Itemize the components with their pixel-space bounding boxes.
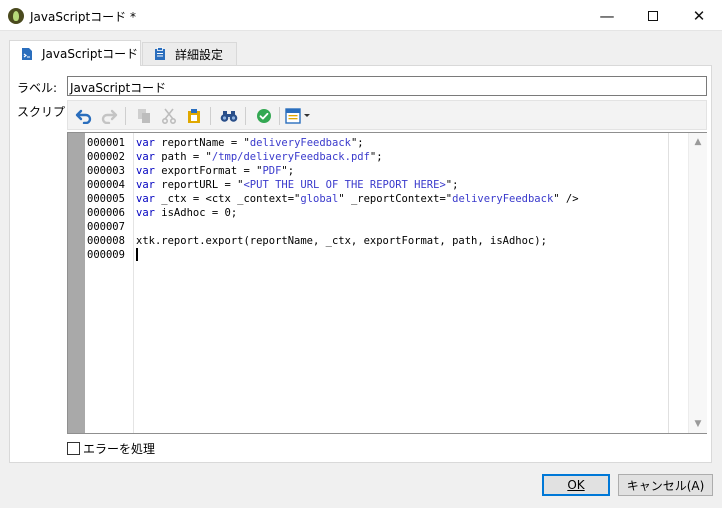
code-line [136, 248, 668, 262]
line-number: 000008 [87, 235, 125, 247]
editor-toolbar [67, 100, 707, 130]
clipboard-icon [155, 47, 165, 60]
code-line: var reportURL = "<PUT THE URL OF THE REP… [136, 179, 459, 191]
code-line: var reportName = "deliveryFeedback"; [136, 137, 364, 149]
window-title: JavaScriptコード * [30, 10, 136, 24]
line-number: 000005 [87, 193, 125, 205]
code-line: var isAdhoc = 0; [136, 207, 238, 219]
code-line: xtk.report.export(reportName, _ctx, expo… [136, 235, 547, 247]
line-number: 000007 [87, 221, 125, 233]
toolbar-separator [279, 107, 280, 125]
code-line: var path = "/tmp/deliveryFeedback.pdf"; [136, 151, 383, 163]
template-menu-button[interactable] [284, 105, 314, 127]
minimize-icon: — [599, 6, 615, 25]
close-button[interactable]: ✕ [676, 0, 722, 31]
cut-button[interactable] [158, 105, 180, 127]
handle-errors-option[interactable]: エラーを処理 [67, 440, 155, 457]
redo-icon [101, 109, 118, 124]
cancel-button-label: キャンセル(A) [626, 478, 705, 493]
toolbar-separator [245, 107, 246, 125]
template-menu-icon [285, 108, 310, 124]
text-cursor [136, 248, 138, 261]
tab-advanced-settings[interactable]: 詳細設定 [142, 42, 237, 65]
copy-button[interactable] [133, 105, 155, 127]
toolbar-separator [125, 107, 126, 125]
redo-button[interactable] [98, 105, 120, 127]
line-number: 000006 [87, 207, 125, 219]
scroll-up-icon[interactable]: ▲ [693, 137, 703, 147]
line-number: 000009 [87, 249, 125, 261]
minimize-button[interactable]: — [584, 0, 630, 31]
scroll-down-icon[interactable]: ▼ [693, 419, 703, 429]
paste-icon [188, 109, 200, 123]
vertical-scrollbar[interactable]: ▲ ▼ [688, 133, 707, 433]
code-editor[interactable]: 000001 000002 000003 000004 000005 00000… [67, 132, 707, 434]
paste-button[interactable] [183, 105, 205, 127]
find-button[interactable] [218, 105, 240, 127]
maximize-icon [648, 10, 658, 21]
ok-button-label: OK [567, 478, 585, 492]
handle-errors-label: エラーを処理 [83, 442, 156, 456]
check-icon [257, 109, 271, 123]
app-logo-icon [8, 8, 24, 24]
tab-label: JavaScriptコード [42, 47, 139, 61]
line-numbers: 000001 000002 000003 000004 000005 00000… [85, 133, 134, 433]
code-text-area[interactable]: var reportName = "deliveryFeedback"; var… [136, 133, 668, 433]
editor-margin-line [668, 133, 669, 433]
handle-errors-checkbox[interactable] [67, 442, 80, 455]
copy-icon [138, 109, 150, 123]
check-syntax-button[interactable] [253, 105, 275, 127]
maximize-button[interactable] [630, 0, 676, 31]
line-number: 000001 [87, 137, 125, 149]
undo-button[interactable] [73, 105, 95, 127]
tab-javascript-code[interactable]: JavaScriptコード [9, 40, 141, 66]
label-input[interactable]: JavaScriptコード [67, 76, 707, 96]
undo-icon [75, 109, 92, 124]
title-bar: JavaScriptコード * — ✕ [0, 0, 722, 31]
line-number: 000004 [87, 179, 125, 191]
script-file-icon [22, 47, 32, 60]
code-line: var exportFormat = "PDF"; [136, 165, 295, 177]
ok-button[interactable]: OK [542, 474, 610, 496]
cut-icon [162, 108, 176, 124]
tab-label: 詳細設定 [175, 47, 224, 62]
label-caption: ラベル: [17, 81, 58, 95]
editor-gutter [68, 133, 85, 433]
binoculars-icon [220, 111, 238, 122]
code-line: var _ctx = <ctx _context="global" _repor… [136, 193, 579, 205]
cancel-button[interactable]: キャンセル(A) [618, 474, 713, 496]
close-icon: ✕ [692, 6, 706, 25]
line-number: 000002 [87, 151, 125, 163]
toolbar-separator [210, 107, 211, 125]
line-number: 000003 [87, 165, 125, 177]
